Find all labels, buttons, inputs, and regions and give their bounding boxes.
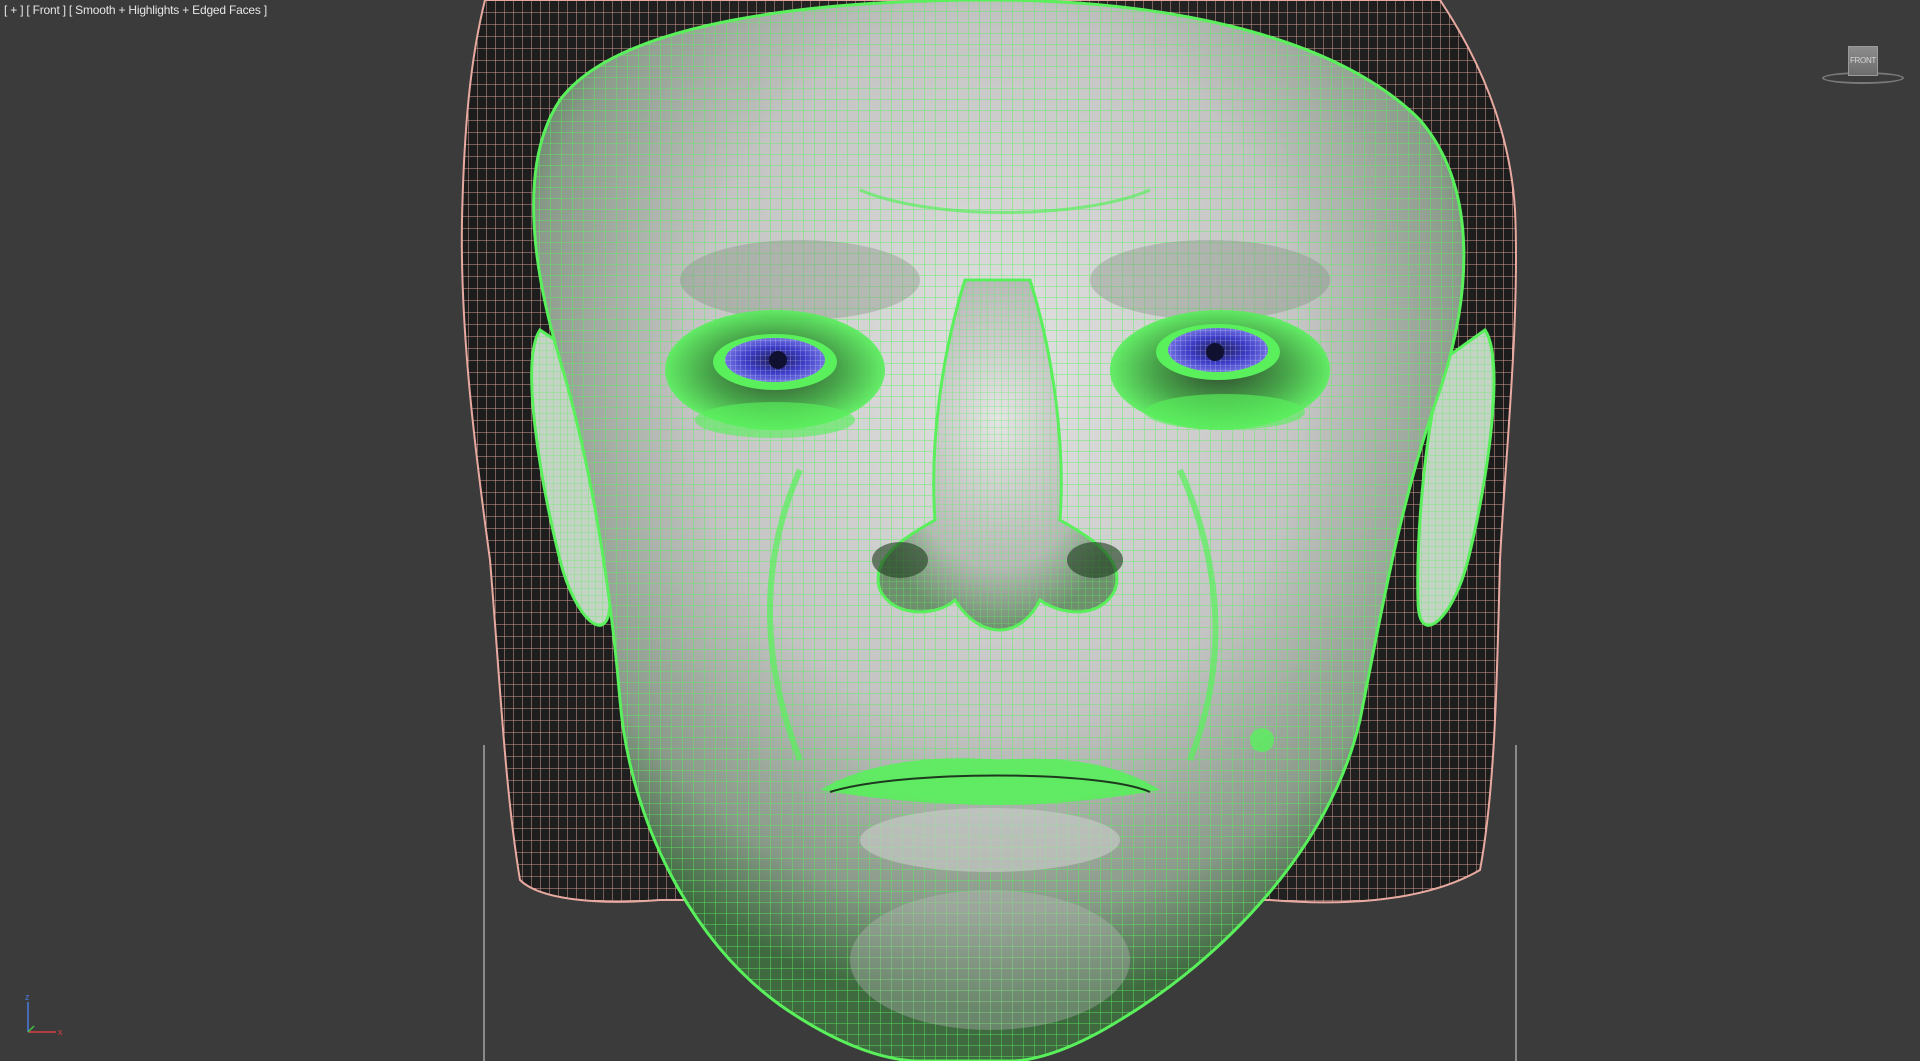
viewport-menu-button[interactable]: [ + ] xyxy=(4,3,24,17)
axis-x-label: x xyxy=(58,1027,63,1037)
axis-z-label: z xyxy=(25,992,30,1002)
front-viewport[interactable]: [ + ] [ Front ] [ Smooth + Highlights + … xyxy=(0,0,1920,1061)
chin xyxy=(850,890,1130,1030)
axis-tripod-icon: z x xyxy=(25,992,63,1037)
3d-scene[interactable] xyxy=(0,0,1920,1061)
viewport-label: [ + ] [ Front ] [ Smooth + Highlights + … xyxy=(4,3,267,17)
viewport-view-button[interactable]: [ Front ] xyxy=(26,3,66,17)
viewcube[interactable]: FRONT xyxy=(1818,36,1904,88)
viewcube-front-face[interactable]: FRONT xyxy=(1848,46,1878,76)
left-eye[interactable] xyxy=(665,310,885,438)
viewport-shading-button[interactable]: [ Smooth + Highlights + Edged Faces ] xyxy=(69,3,267,17)
right-eye[interactable] xyxy=(1110,310,1330,430)
